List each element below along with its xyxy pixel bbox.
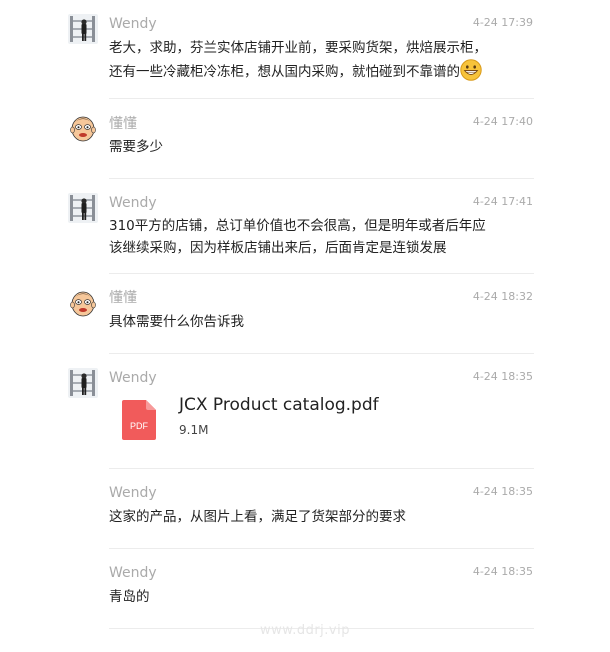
message-text: 这家的产品，从图片上看，满足了货架部分的要求	[109, 506, 534, 528]
sender-name: Wendy	[109, 485, 157, 501]
dongdong-avatar[interactable]	[68, 113, 98, 143]
message-time: 4-24 17:41	[472, 195, 533, 208]
grinning-face-emoji-icon	[460, 59, 482, 81]
message-line-with-emoji: 还有一些冷藏柜冷冻柜，想从国内采购，就怕碰到不靠谱的	[109, 59, 534, 83]
dongdong-avatar[interactable]	[68, 288, 98, 318]
message-line: 老大，求助，芬兰实体店铺开业前，要采购货架，烘焙展示柜，	[109, 40, 487, 56]
message-text: 老大，求助，芬兰实体店铺开业前，要采购货架，烘焙展示柜， 还有一些冷藏柜冷冻柜，…	[109, 37, 534, 83]
sender-name: Wendy	[109, 195, 157, 211]
message-text: 需要多少	[109, 136, 534, 158]
message-time: 4-24 18:32	[472, 290, 533, 303]
message-divider	[109, 178, 534, 179]
sender-name: Wendy	[109, 16, 157, 32]
watermark: www.ddrj.vip	[260, 623, 350, 638]
message-time: 4-24 17:39	[472, 16, 533, 29]
chat-history: Wendy 4-24 17:39 老大，求助，芬兰实体店铺开业前，要采购货架，烘…	[0, 0, 610, 652]
sender-name: 懂懂	[109, 290, 137, 306]
message-divider	[109, 273, 534, 274]
message-line: 这家的产品，从图片上看，满足了货架部分的要求	[109, 509, 406, 525]
wendy-avatar[interactable]	[68, 368, 98, 398]
message-time: 4-24 18:35	[472, 370, 533, 383]
message-divider	[109, 98, 534, 99]
message-text: 310平方的店铺，总订单价值也不会很高，但是明年或者后年应 该继续采购，因为样板…	[109, 215, 534, 259]
message-line: 还有一些冷藏柜冷冻柜，想从国内采购，就怕碰到不靠谱的	[109, 64, 460, 80]
file-attachment[interactable]: PDF JCX Product catalog.pdf 9.1M	[122, 395, 442, 448]
message-text: 具体需要什么你告诉我	[109, 311, 534, 333]
message-line: 具体需要什么你告诉我	[109, 314, 244, 330]
message-time: 4-24 18:35	[472, 485, 533, 498]
sender-name: 懂懂	[109, 116, 137, 132]
sender-name: Wendy	[109, 565, 157, 581]
message-time: 4-24 17:40	[472, 115, 533, 128]
wendy-avatar[interactable]	[68, 193, 98, 223]
message-line: 310平方的店铺，总订单价值也不会很高，但是明年或者后年应	[109, 218, 486, 234]
message-line: 需要多少	[109, 139, 163, 155]
message-line: 该继续采购，因为样板店铺出来后，后面肯定是连锁发展	[109, 240, 447, 256]
message-line: 青岛的	[109, 589, 150, 605]
message-text: 青岛的	[109, 586, 534, 608]
message-divider	[109, 468, 534, 469]
sender-name: Wendy	[109, 370, 157, 386]
file-size: 9.1M	[179, 423, 209, 437]
message-divider	[109, 548, 534, 549]
pdf-icon-label: PDF	[130, 421, 149, 431]
message-time: 4-24 18:35	[472, 565, 533, 578]
wendy-avatar[interactable]	[68, 14, 98, 44]
pdf-file-icon: PDF	[122, 400, 156, 440]
file-name[interactable]: JCX Product catalog.pdf	[179, 394, 379, 416]
message-divider	[109, 353, 534, 354]
